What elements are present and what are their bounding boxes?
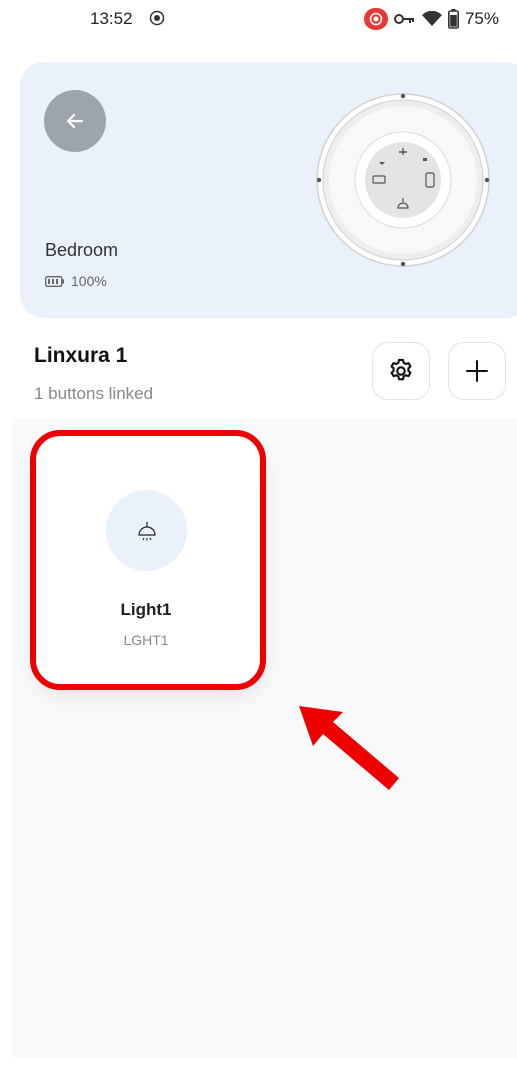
add-button[interactable]: [448, 342, 506, 400]
status-icons: 75%: [363, 7, 499, 31]
screen-record-icon: [149, 10, 165, 26]
light-icon-circle: [106, 490, 187, 571]
controller-device-image: [316, 93, 490, 267]
status-time: 13:52: [90, 9, 133, 28]
recording-badge-icon: [363, 8, 388, 30]
wifi-icon: [421, 11, 442, 26]
arrow-annotation-icon: [299, 706, 399, 790]
battery-small-icon: [45, 275, 64, 287]
settings-button[interactable]: [372, 342, 430, 400]
device-battery: 100%: [45, 273, 107, 289]
device-card: Bedroom 100%: [20, 62, 517, 318]
device-battery-value: 100%: [71, 273, 107, 289]
button-code: LGHT1: [123, 632, 169, 648]
back-arrow-icon: [66, 113, 84, 129]
app-screen: 13:52 75% Bedroom 100% Linxura 1 1 butto…: [0, 0, 517, 1084]
status-bar: 13:52 75%: [0, 0, 517, 40]
battery-icon: [447, 9, 459, 29]
button-card-light1[interactable]: Light1 LGHT1: [36, 436, 262, 686]
plus-icon: [466, 360, 488, 382]
group-subtitle: 1 buttons linked: [34, 384, 154, 403]
back-button[interactable]: [44, 90, 106, 152]
battery-percent: 75%: [464, 9, 499, 28]
group-title: Linxura 1: [34, 344, 128, 367]
vpn-key-icon: [393, 14, 414, 24]
ceiling-light-icon: [137, 521, 156, 540]
button-name: Light1: [120, 600, 172, 619]
gear-icon: [390, 358, 412, 381]
room-name: Bedroom: [45, 240, 119, 260]
